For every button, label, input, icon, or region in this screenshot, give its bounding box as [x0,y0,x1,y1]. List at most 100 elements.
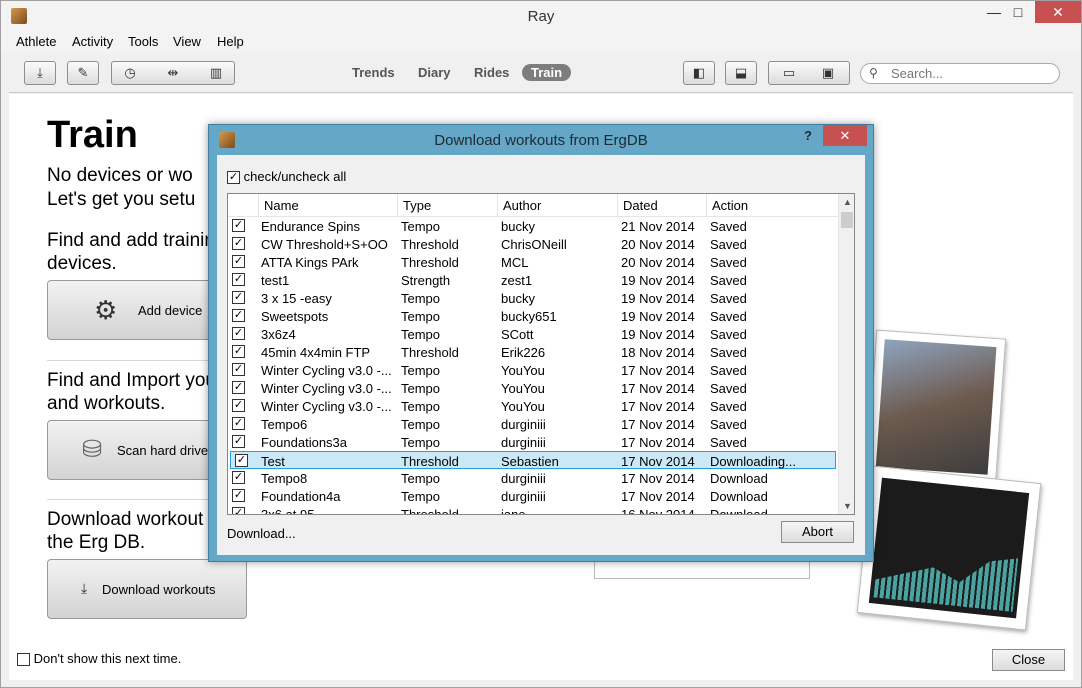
row-checkbox[interactable]: ✓ [232,399,245,412]
table-row[interactable]: ✓ Tempo6 Tempo durginiii 17 Nov 2014 Saved [228,415,838,433]
row-type: Tempo [401,363,441,378]
row-checkbox[interactable]: ✓ [232,255,245,268]
dialog-close-button[interactable]: ✕ [823,125,867,146]
row-author: zest1 [501,273,533,288]
table-row[interactable]: ✓ 3x6 at 95 Threshold jane 16 Nov 2014 Downlo… [228,505,838,515]
row-checkbox[interactable]: ✓ [232,363,245,376]
row-checkbox[interactable]: ✓ [232,327,245,340]
menu-help[interactable]: Help [217,34,244,49]
row-checkbox[interactable]: ✓ [232,381,245,394]
table-row[interactable]: ✓ test1 Strength zest1 19 Nov 2014 Saved [228,271,838,289]
row-name: test1 [261,273,290,288]
page-title: Train [47,114,138,156]
column-author[interactable]: Author [497,194,541,217]
table-row[interactable]: ✓ 3x6z4 Tempo SCott 19 Nov 2014 Saved [228,325,838,343]
row-dated: 20 Nov 2014 [621,255,695,270]
trash-icon[interactable]: ▥ [208,65,224,81]
bottom-panel-icon: ⬓ [734,65,748,80]
maximize-button[interactable]: □ [1001,1,1035,23]
edit-toolbar-button[interactable]: ✎ [67,61,99,85]
tab-train[interactable]: Train [522,64,572,81]
trainer-icon: ⚙ [94,295,118,325]
scroll-down-icon[interactable]: ▼ [843,501,852,511]
table-row[interactable]: ✓ ATTA Kings PArk Threshold MCL 20 Nov 2014 S… [228,253,838,271]
row-dated: 17 Nov 2014 [621,363,695,378]
table-row[interactable]: ✓ Winter Cycling v3.0 -... Tempo YouYou 17 N… [228,397,838,415]
row-author: durginiii [501,417,546,432]
sidebar-toggle-button[interactable]: ◧ [683,61,715,85]
table-row[interactable]: ✓ Sweetspots Tempo bucky651 19 Nov 2014 Saved [228,307,838,325]
tab-rides[interactable]: Rides [474,65,509,80]
dont-show-checkbox[interactable]: Don't show this next time. [17,651,181,667]
menu-view[interactable]: View [173,34,201,49]
scroll-thumb[interactable] [841,212,853,228]
row-dated: 16 Nov 2014 [621,507,695,515]
table-row[interactable]: ✓ Winter Cycling v3.0 -... Tempo YouYou 17 N… [228,379,838,397]
column-name[interactable]: Name [258,194,299,217]
search-box[interactable]: ⚲ [860,63,1060,84]
split-icon[interactable]: ⇹ [165,65,181,81]
table-row[interactable]: ✓ Foundations3a Tempo durginiii 17 Nov 2014 S… [228,433,838,451]
row-action: Saved [710,237,747,252]
row-name: ATTA Kings PArk [261,255,359,270]
table-row[interactable]: ✓ Winter Cycling v3.0 -... Tempo YouYou 17 N… [228,361,838,379]
table-row[interactable]: ✓ Tempo8 Tempo durginiii 17 Nov 2014 Download [228,469,838,487]
dialog-body: ✓ check/uncheck all Name Type Author Dat… [217,155,865,555]
download-workouts-button[interactable]: ⤓ Download workouts [47,559,247,619]
download-workouts-dialog: Download workouts from ErgDB ? ✕ ✓ check… [208,124,874,562]
menu-tools[interactable]: Tools [128,34,158,49]
row-checkbox[interactable]: ✓ [232,345,245,358]
list-layout-icon[interactable]: ▭ [781,65,797,81]
row-action: Saved [710,291,747,306]
row-checkbox[interactable]: ✓ [232,417,245,430]
row-checkbox[interactable]: ✓ [232,237,245,250]
sidebar-icon: ◧ [692,65,706,80]
row-checkbox[interactable]: ✓ [232,309,245,322]
table-row[interactable]: ✓ 3 x 15 -easy Tempo bucky 19 Nov 2014 Saved [228,289,838,307]
row-checkbox[interactable]: ✓ [235,454,248,467]
edit-icon: ✎ [77,65,89,80]
row-checkbox[interactable]: ✓ [232,219,245,232]
dialog-title: Download workouts from ErgDB [434,132,648,149]
vertical-scrollbar[interactable]: ▲ ▼ [838,194,854,514]
scroll-up-icon[interactable]: ▲ [843,197,852,207]
table-row[interactable]: ✓ 45min 4x4min FTP Threshold Erik226 18 Nov … [228,343,838,361]
row-checkbox[interactable]: ✓ [232,471,245,484]
download-toolbar-button[interactable]: ⤓ [24,61,56,85]
abort-button[interactable]: Abort [781,521,854,543]
row-type: Tempo [401,291,441,306]
row-checkbox[interactable]: ✓ [232,273,245,286]
row-checkbox[interactable]: ✓ [232,507,245,514]
check-icon[interactable]: ✓ [227,171,240,185]
column-type[interactable]: Type [397,194,431,217]
search-input[interactable] [891,66,1051,81]
checkbox[interactable] [17,653,30,667]
tile-layout-icon[interactable]: ▣ [820,65,836,81]
menu-athlete[interactable]: Athlete [16,34,56,49]
table-row[interactable]: ✓ Test Threshold Sebastien 17 Nov 2014 Downlo… [230,451,836,469]
help-button[interactable]: ? [804,128,812,143]
column-dated[interactable]: Dated [617,194,658,217]
row-type: Tempo [401,417,441,432]
tab-diary[interactable]: Diary [418,65,451,80]
table-row[interactable]: ✓ Foundation4a Tempo durginiii 17 Nov 2014 Do… [228,487,838,505]
row-author: ChrisONeill [501,237,567,252]
close-button[interactable]: Close [992,649,1065,671]
stopwatch-icon[interactable]: ◷ [122,65,138,81]
section3-line-1: Download workout f [47,509,214,530]
column-action[interactable]: Action [706,194,748,217]
bottombar-toggle-button[interactable]: ⬓ [725,61,757,85]
table-row[interactable]: ✓ CW Threshold+S+OO Threshold ChrisONeill 20… [228,235,838,253]
download-icon: ⤓ [37,65,43,80]
row-action: Saved [710,399,747,414]
row-checkbox[interactable]: ✓ [232,489,245,502]
scan-label: Scan hard drives [117,443,215,458]
close-window-button[interactable]: ✕ [1035,1,1081,23]
table-row[interactable]: ✓ Endurance Spins Tempo bucky 21 Nov 2014 Sav… [228,217,838,235]
row-dated: 17 Nov 2014 [621,489,695,504]
row-checkbox[interactable]: ✓ [232,435,245,448]
check-all-checkbox[interactable]: ✓ check/uncheck all [227,169,346,185]
row-checkbox[interactable]: ✓ [232,291,245,304]
tab-trends[interactable]: Trends [352,65,395,80]
menu-activity[interactable]: Activity [72,34,113,49]
